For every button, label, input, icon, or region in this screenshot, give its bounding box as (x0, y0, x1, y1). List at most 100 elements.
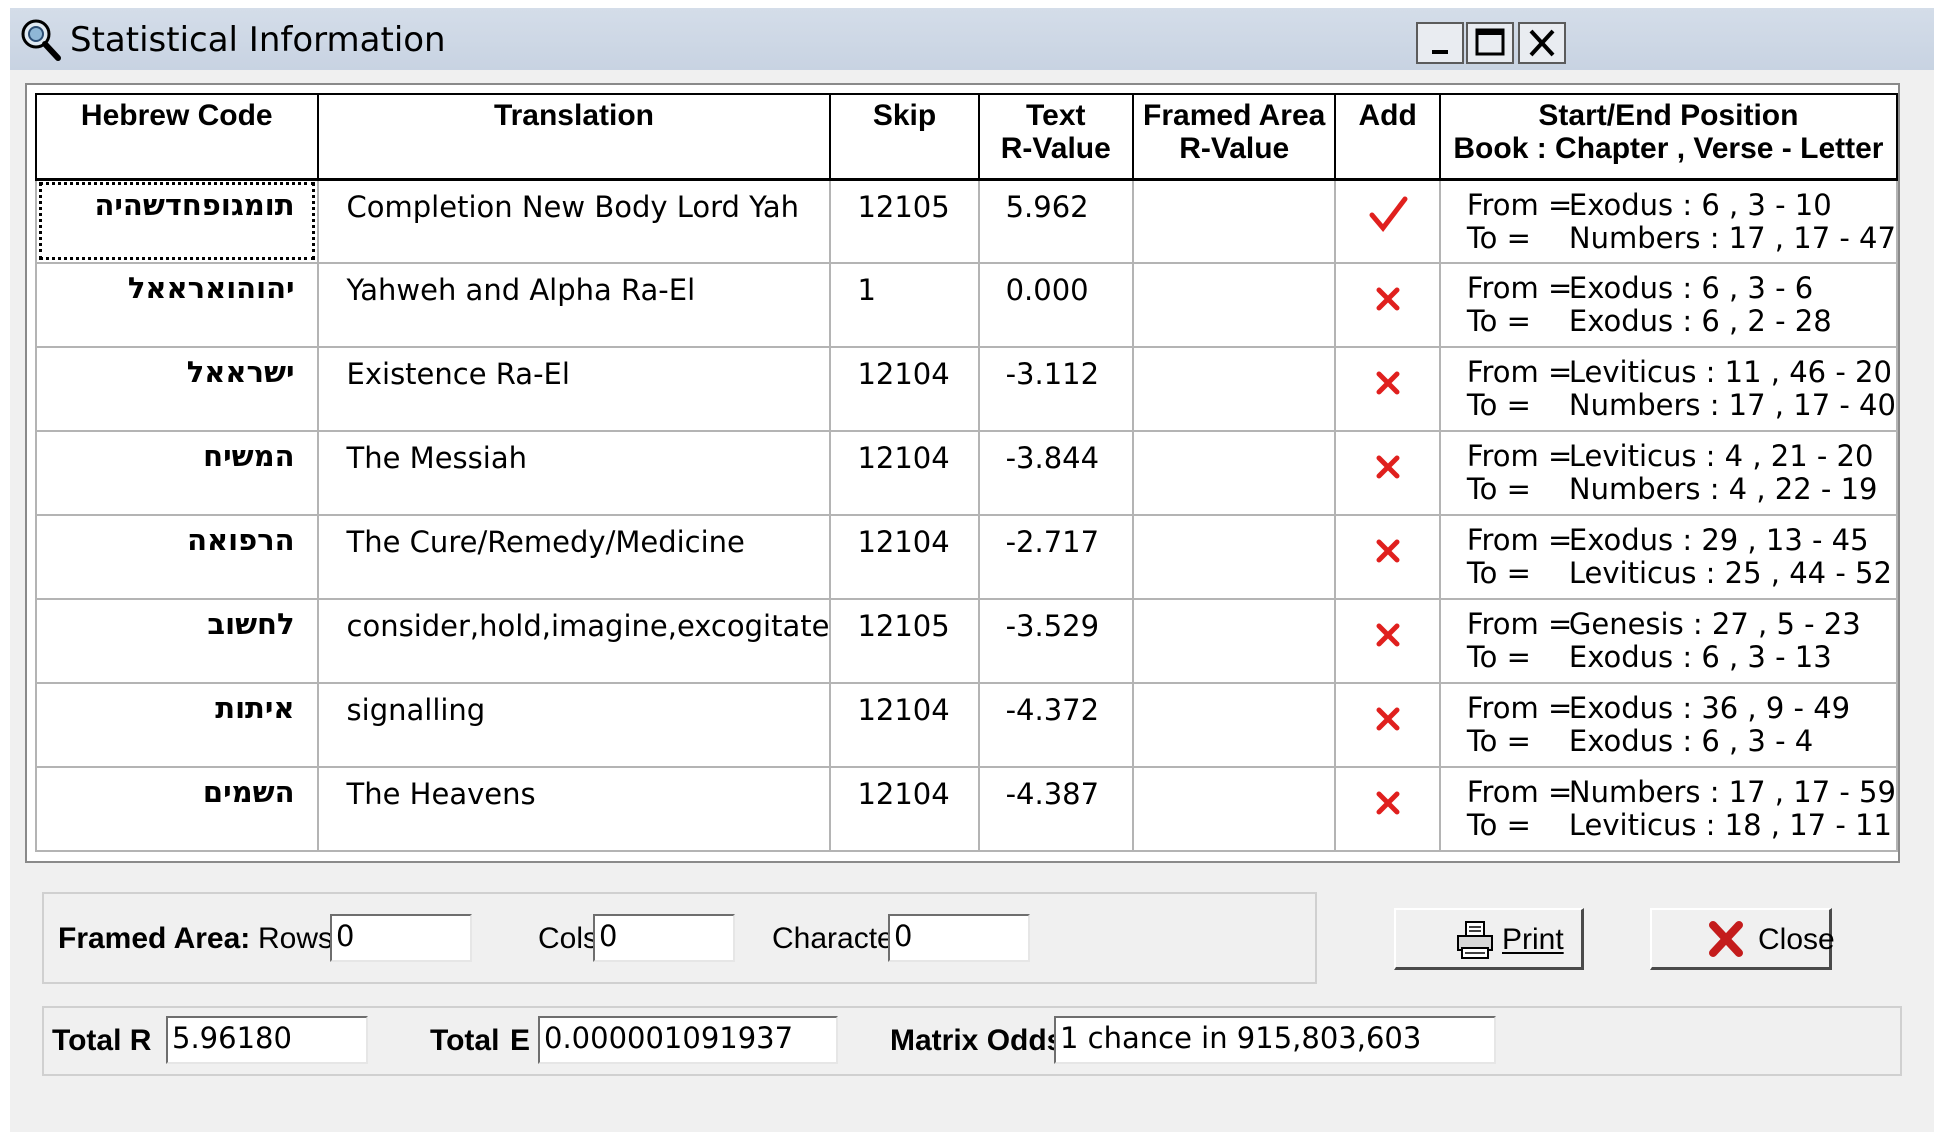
translation-cell[interactable]: Yahweh and Alpha Ra-El (316, 262, 832, 348)
add-cell[interactable] (1334, 766, 1441, 852)
add-cell[interactable] (1334, 346, 1441, 432)
text-r-value-cell[interactable]: 0.000 (977, 262, 1134, 348)
total-r-field[interactable]: 5.96180 (166, 1016, 368, 1064)
from-label: From = (1466, 439, 1573, 473)
col-translation[interactable]: Translation (316, 93, 832, 181)
add-cell[interactable] (1334, 430, 1441, 516)
cross-icon[interactable] (1368, 446, 1408, 486)
skip-cell[interactable]: 12105 (829, 178, 980, 264)
position-cell[interactable]: From = Genesis : 27 , 5 - 23 To = Exodus : … (1438, 598, 1898, 684)
hebrew-code-cell[interactable]: השמים (35, 766, 319, 852)
skip-cell[interactable]: 12104 (829, 346, 980, 432)
from-position: From = Genesis : 27 , 5 - 23 (1467, 608, 1896, 641)
cross-icon[interactable] (1368, 614, 1408, 654)
cross-icon[interactable] (1368, 362, 1408, 402)
translation-cell[interactable]: signalling (316, 682, 832, 768)
framed-r-value-cell[interactable] (1131, 766, 1337, 852)
text-r-value-cell[interactable]: -2.717 (977, 514, 1134, 600)
cross-icon[interactable] (1368, 782, 1408, 822)
hebrew-code-cell[interactable]: המשיח (35, 430, 319, 516)
framed-r-value-cell[interactable] (1131, 682, 1337, 768)
hebrew-code-cell[interactable]: ישראאל (35, 346, 319, 432)
skip-cell[interactable]: 12104 (829, 682, 980, 768)
hebrew-code-cell[interactable]: לחשוב (35, 598, 319, 684)
skip-cell[interactable]: 12104 (829, 430, 980, 516)
from-value: Exodus : 6 , 3 - 10 (1568, 187, 1832, 222)
framed-r-value-cell[interactable] (1131, 346, 1337, 432)
cols-input[interactable]: 0 (593, 914, 735, 962)
position-cell[interactable]: From = Leviticus : 4 , 21 - 20 To = Numbers… (1438, 430, 1898, 516)
maximize-button[interactable] (1466, 22, 1514, 64)
translation-cell[interactable]: consider,hold,imagine,excogitate (316, 598, 832, 684)
close-button[interactable]: Close (1650, 908, 1835, 970)
add-cell[interactable] (1334, 262, 1441, 348)
hebrew-code-cell[interactable]: איתות (35, 682, 319, 768)
text-r-value-cell[interactable]: 5.962 (977, 178, 1134, 264)
table-row[interactable]: תומגופחדשהיה Completion New Body Lord Yah… (35, 178, 1898, 264)
rows-input[interactable]: 0 (330, 914, 472, 962)
skip-cell[interactable]: 12104 (829, 514, 980, 600)
position-cell[interactable]: From = Exodus : 36 , 9 - 49 To = Exodus : 6… (1438, 682, 1898, 768)
table-row[interactable]: יהוהוארא‎אל Yahweh and Alpha Ra-El 1 0.000 F… (35, 262, 1898, 348)
translation-cell[interactable]: The Cure/Remedy/Medicine (316, 514, 832, 600)
text-r-value-cell[interactable]: -3.529 (977, 598, 1134, 684)
col-hebrew-code[interactable]: Hebrew Code (35, 93, 319, 181)
total-e-field[interactable]: 0.000001091937 (538, 1016, 838, 1064)
close-window-button[interactable] (1518, 22, 1566, 64)
position-cell[interactable]: From = Exodus : 29 , 13 - 45 To = Leviticus… (1438, 514, 1898, 600)
add-cell[interactable] (1334, 178, 1441, 264)
hebrew-code-cell[interactable]: יהוהוארא‎אל (35, 262, 319, 348)
from-position: From = Exodus : 6 , 3 - 10 (1467, 187, 1896, 222)
print-button[interactable]: Print (1394, 908, 1584, 970)
add-cell[interactable] (1334, 514, 1441, 600)
text-r-value-cell[interactable]: -3.844 (977, 430, 1134, 516)
cross-icon[interactable] (1368, 278, 1408, 318)
text-r-value-cell[interactable]: -4.387 (977, 766, 1134, 852)
skip-cell[interactable]: 12105 (829, 598, 980, 684)
skip-cell[interactable]: 1 (829, 262, 980, 348)
framed-r-value-cell[interactable] (1131, 262, 1337, 348)
matrix-odds-field[interactable]: 1 chance in 915,803,603 (1054, 1016, 1496, 1064)
add-cell[interactable] (1334, 682, 1441, 768)
col-start-end-position[interactable]: Start/End Position Book : Chapter , Verse… (1438, 93, 1898, 181)
col-skip[interactable]: Skip (829, 93, 980, 181)
text-r-value-cell[interactable]: -4.372 (977, 682, 1134, 768)
minimize-button[interactable] (1416, 22, 1464, 64)
framed-r-value-cell[interactable] (1131, 430, 1337, 516)
results-grid[interactable]: Hebrew Code Translation Skip Text R-Value… (25, 83, 1900, 863)
col-text-r-value[interactable]: Text R-Value (977, 93, 1134, 181)
table-row[interactable]: הרפואה The Cure/Remedy/Medicine 12104 -2.71… (35, 514, 1898, 600)
title-bar[interactable]: Statistical Information (10, 8, 1934, 70)
checkmark-icon[interactable] (1368, 195, 1408, 235)
characters-input[interactable]: 0 (888, 914, 1030, 962)
position-cell[interactable]: From = Exodus : 6 , 3 - 10 To = Numbers : 1… (1438, 178, 1898, 264)
to-position: To = Numbers : 17 , 17 - 40 (1467, 389, 1896, 422)
table-row[interactable]: ישראאל Existence Ra-El 12104 -3.112 From = Le… (35, 346, 1898, 432)
text-r-value-cell[interactable]: -3.112 (977, 346, 1134, 432)
table-row[interactable]: לחשוב consider,hold,imagine,excogitate 121… (35, 598, 1898, 684)
table-row[interactable]: השמים The Heavens 12104 -4.387 From = Numbers… (35, 766, 1898, 852)
to-label: To = (1466, 640, 1531, 674)
translation-cell[interactable]: Completion New Body Lord Yah (316, 178, 832, 264)
hebrew-code-cell[interactable]: הרפואה (35, 514, 319, 600)
add-cell[interactable] (1334, 598, 1441, 684)
position-cell[interactable]: From = Exodus : 6 , 3 - 6 To = Exodus : 6 ,… (1438, 262, 1898, 348)
position-cell[interactable]: From = Numbers : 17 , 17 - 59 To = Leviticu… (1438, 766, 1898, 852)
hebrew-code-cell[interactable]: תומגופחדשהיה (35, 178, 319, 264)
cross-icon[interactable] (1368, 698, 1408, 738)
framed-r-value-cell[interactable] (1131, 514, 1337, 600)
cross-icon[interactable] (1368, 530, 1408, 570)
translation-cell[interactable]: The Heavens (316, 766, 832, 852)
rows-label: Rows (258, 922, 334, 955)
print-label: Print (1502, 923, 1564, 956)
table-row[interactable]: המשיח The Messiah 12104 -3.844 From = Levitic… (35, 430, 1898, 516)
col-add[interactable]: Add (1334, 93, 1441, 181)
translation-cell[interactable]: Existence Ra-El (316, 346, 832, 432)
table-row[interactable]: איתות signalling 12104 -4.372 From = Exodus :… (35, 682, 1898, 768)
skip-cell[interactable]: 12104 (829, 766, 980, 852)
framed-r-value-cell[interactable] (1131, 598, 1337, 684)
col-framed-area-r-value[interactable]: Framed Area R-Value (1131, 93, 1337, 181)
translation-cell[interactable]: The Messiah (316, 430, 832, 516)
position-cell[interactable]: From = Leviticus : 11 , 46 - 20 To = Number… (1438, 346, 1898, 432)
framed-r-value-cell[interactable] (1131, 178, 1337, 264)
